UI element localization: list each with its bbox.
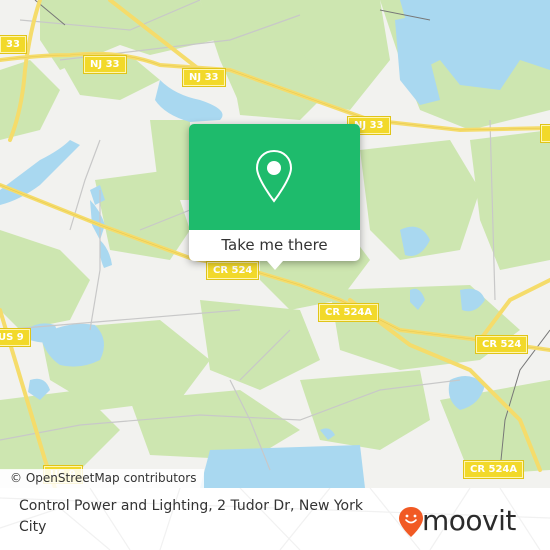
- map-view[interactable]: 33 NJ 33 NJ 33 NJ 33 CR 524 CR 524A CR 5…: [0, 0, 550, 488]
- location-popup: Take me there: [189, 124, 360, 270]
- popup-header: [189, 124, 360, 230]
- road-label-us9: US 9: [0, 329, 30, 346]
- map-attribution[interactable]: © OpenStreetMap contributors: [0, 469, 205, 488]
- road-label-edge: [541, 125, 550, 142]
- road-label-cr524a: CR 524A: [464, 461, 524, 478]
- road-label-nj33: 33: [0, 36, 26, 53]
- road-label-cr524: CR 524: [476, 336, 528, 353]
- footer-bar: Control Power and Lighting, 2 Tudor Dr, …: [0, 488, 550, 550]
- road-label-nj33: NJ 33: [84, 56, 126, 73]
- map-pin-icon: [255, 149, 293, 203]
- moovit-wordmark: moovit: [422, 504, 516, 537]
- place-title: Control Power and Lighting, 2 Tudor Dr, …: [19, 498, 363, 535]
- road-label-cr524a: CR 524A: [319, 304, 379, 321]
- road-label-cr524: CR 524: [207, 262, 259, 279]
- take-me-there-button[interactable]: Take me there: [189, 230, 360, 261]
- road-label-nj33: NJ 33: [183, 69, 225, 86]
- moovit-pin-icon: [399, 507, 423, 537]
- popup-pointer: [267, 261, 283, 270]
- moovit-logo[interactable]: moovit: [398, 504, 538, 540]
